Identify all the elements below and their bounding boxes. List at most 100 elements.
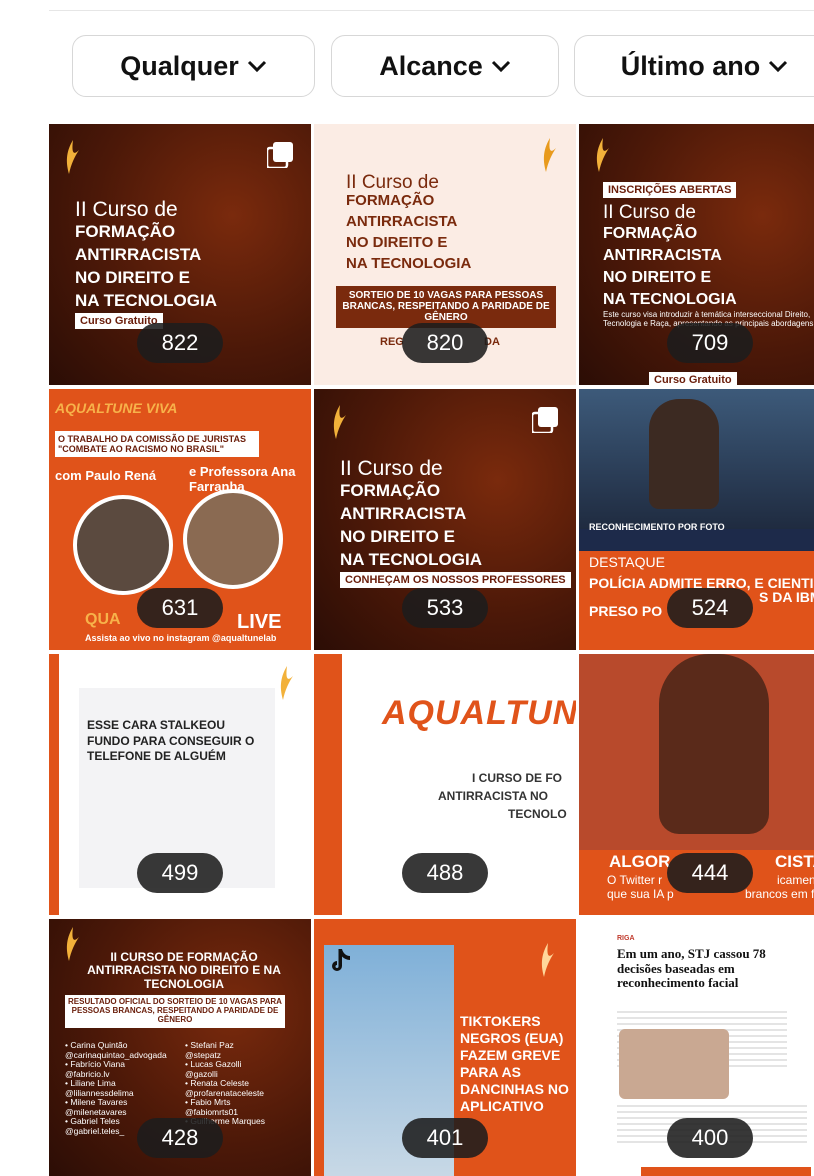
post-title: II CURSO DE FORMAÇÃO ANTIRRACISTA NO DIR… [87, 950, 281, 991]
post-title-line: NA TECNOLOGIA [346, 255, 472, 272]
person-figure [649, 399, 719, 509]
post-title-line: II Curso de [603, 202, 696, 223]
post-title-line: TECNOLO [508, 807, 567, 821]
filter-chip-period[interactable]: Último ano [574, 35, 814, 97]
post-title-line: ANTIRRACISTA [603, 247, 722, 264]
post-title-line: FORMAÇÃO [346, 192, 435, 209]
post-title: ALGOR [609, 852, 671, 871]
view-count-badge: 488 [402, 853, 488, 893]
filter-chip-label: Qualquer [120, 50, 239, 81]
post-title-line: NA TECNOLOGIA [603, 291, 737, 308]
post-title-line: NA TECNOLOGIA [75, 291, 217, 310]
post-tile[interactable]: II CURSO DE FORMAÇÃO ANTIRRACISTA NO DIR… [49, 919, 311, 1176]
post-title-line: NO DIREITO E [603, 269, 712, 286]
post-tile[interactable]: TIKTOKERS NEGROS (EUA) FAZEM GREVE PARA … [314, 919, 576, 1176]
post-title-line: DANCINHAS NO [460, 1081, 569, 1097]
post-tile[interactable]: II Curso de FORMAÇÃO ANTIRRACISTA NO DIR… [49, 124, 311, 385]
post-title-line: NA TECNOLOGIA [340, 550, 482, 569]
brand-wordmark: AQUALTUN [382, 694, 576, 732]
flame-logo-icon [66, 140, 79, 174]
post-tile[interactable]: II Curso de FORMAÇÃO ANTIRRACISTA NO DIR… [314, 389, 576, 650]
avatar [73, 495, 173, 595]
post-subtitle: brancos em fotos [745, 887, 814, 901]
post-title-line: PARA AS [460, 1064, 521, 1080]
post-footer: REG [380, 336, 404, 348]
flame-logo-icon [280, 666, 293, 700]
avatar [183, 489, 283, 589]
top-divider [49, 10, 814, 11]
post-subtitle: O TRABALHO DA COMISSÃO DE JURISTAS "COMB… [55, 431, 259, 458]
view-count-badge: 400 [667, 1118, 753, 1158]
post-tile[interactable]: ESSE CARA STALKEOU FUNDO PARA CONSEGUIR … [49, 654, 311, 915]
filter-chip-type[interactable]: Qualquer [72, 35, 315, 97]
post-title-line: ANTIRRACISTA [75, 245, 202, 264]
post-tile[interactable]: RECONHECIMENTO POR FOTO DESTAQUE POLÍCIA… [579, 389, 814, 650]
filter-chip-metric[interactable]: Alcance [331, 35, 559, 97]
view-count-badge: 499 [137, 853, 223, 893]
flame-logo-icon [541, 943, 554, 977]
post-title-line: FORMAÇÃO [340, 481, 441, 500]
post-result: RESULTADO OFICIAL DO SORTEIO DE 10 VAGAS… [65, 995, 285, 1028]
view-count-badge: 822 [137, 323, 223, 363]
post-tag: CONHEÇAM OS NOSSOS PROFESSORES [340, 572, 571, 588]
post-title-line: II Curso de [346, 172, 439, 193]
post-tile[interactable]: ALGOR CISTA: O Twitter r icamente o que … [579, 654, 814, 915]
filter-bar: Qualquer Alcance Último ano [72, 35, 814, 99]
guest-name: e Professora Ana Farranha [189, 464, 296, 494]
multiple-images-icon [267, 142, 293, 168]
news-ticker: RECONHECIMENTO POR FOTO [589, 522, 725, 532]
view-count-badge: 533 [402, 588, 488, 628]
article-headline: Em um ano, STJ cassou 78 decisões basead… [617, 946, 766, 991]
flame-logo-icon [66, 927, 79, 961]
article-photo [619, 1029, 729, 1099]
view-count-badge: 428 [137, 1118, 223, 1158]
accent-strip [314, 654, 342, 915]
article-url: https://www.nucleo.jor.br/garimpo/stalke… [87, 903, 276, 910]
view-count-badge: 631 [137, 588, 223, 628]
post-title-line: FORMAÇÃO [603, 225, 698, 242]
post-tile[interactable]: II Curso de FORMAÇÃO ANTIRRACISTA NO DIR… [314, 124, 576, 385]
winner-list: • Stefani Paz @stepatz • Lucas Gazolli @… [185, 1040, 307, 1127]
flame-logo-icon [543, 138, 556, 172]
post-title-line: NEGROS (EUA) [460, 1030, 564, 1046]
post-title-line: ANTIRRACISTA [346, 213, 458, 230]
multiple-images-icon [532, 407, 558, 433]
post-title-line: FAZEM GREVE [460, 1047, 561, 1063]
flame-logo-icon [596, 138, 609, 172]
post-top-tag: INSCRIÇÕES ABERTAS [603, 182, 737, 198]
post-tile[interactable]: RIGA Em um ano, STJ cassou 78 decisões b… [579, 919, 814, 1176]
news-headline: S DA IBM [759, 589, 814, 605]
chevron-down-icon [491, 60, 510, 73]
face-figure [659, 654, 769, 834]
post-subtitle: O Twitter r [607, 873, 663, 887]
chevron-down-icon [769, 60, 788, 73]
post-subtitle: que sua IA p [607, 887, 674, 901]
article-title: ESSE CARA STALKEOU FUNDO PARA CONSEGUIR … [87, 718, 255, 764]
post-tile[interactable]: AQUALTUNE VIVA O TRABALHO DA COMISSÃO DE… [49, 389, 311, 650]
post-tag: Curso Gratuito [649, 372, 737, 385]
brand-fragment: QUA [85, 611, 121, 628]
post-tile[interactable]: INSCRIÇÕES ABERTAS II Curso de FORMAÇÃO … [579, 124, 814, 385]
post-title-line: ANTIRRACISTA NO [438, 789, 548, 803]
guest-name: com Paulo Rená [55, 468, 157, 483]
flame-logo-icon [333, 405, 346, 439]
chevron-down-icon [247, 60, 266, 73]
tiktok-logo-icon [332, 949, 350, 971]
live-label: LIVE [237, 611, 282, 633]
post-header: AQUALTUNE VIVA [55, 400, 178, 416]
filter-chip-label: Último ano [620, 50, 761, 81]
view-count-badge: 820 [402, 323, 488, 363]
post-banner: SORTEIO DE 10 VAGAS PARA PESSOAS BRANCAS… [336, 286, 556, 328]
post-title-line: APLICATIVO [460, 1098, 544, 1114]
view-count-badge: 709 [667, 323, 753, 363]
post-tile[interactable]: AQUALTUN I CURSO DE FO ANTIRRACISTA NO T… [314, 654, 576, 915]
view-count-badge: 524 [667, 588, 753, 628]
post-title-line: NO DIREITO E [75, 268, 190, 287]
news-label: DESTAQUE [589, 554, 665, 570]
post-grid: II Curso de FORMAÇÃO ANTIRRACISTA NO DIR… [49, 124, 814, 1176]
post-title-line: ANTIRRACISTA [340, 504, 467, 523]
post-title-line: II Curso de [340, 457, 443, 480]
post-title-line: FORMAÇÃO [75, 222, 176, 241]
post-title: CISTA: [775, 852, 814, 871]
post-title-line: TIKTOKERS [460, 1013, 541, 1029]
